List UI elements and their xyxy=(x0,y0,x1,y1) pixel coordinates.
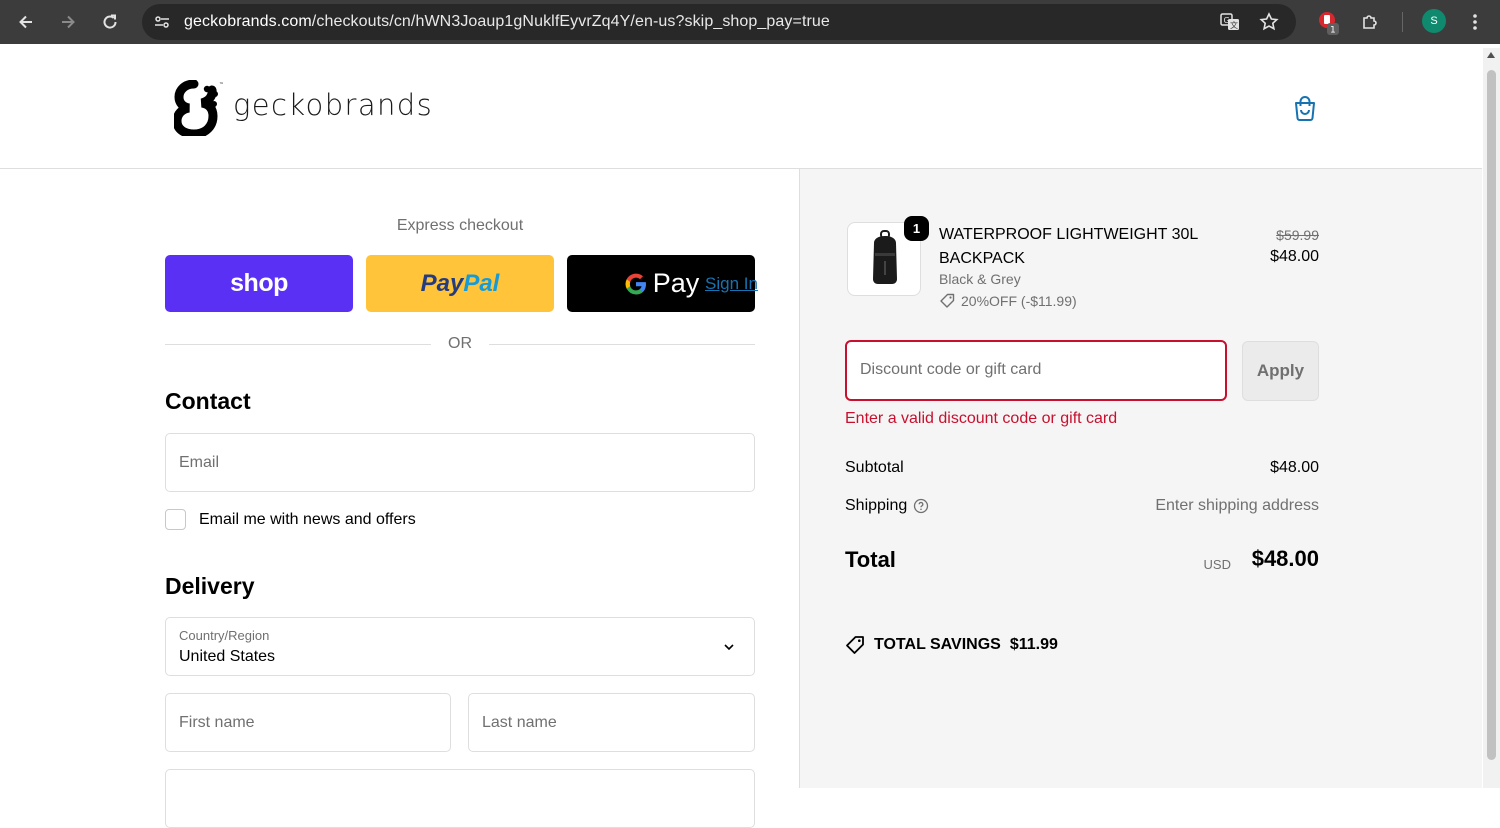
delivery-title: Delivery xyxy=(165,573,255,599)
company-field[interactable] xyxy=(165,769,755,828)
express-checkout-title: Express checkout xyxy=(396,217,524,234)
savings-label: TOTAL SAVINGS xyxy=(874,636,1001,653)
email-field[interactable]: Email xyxy=(165,433,755,492)
svg-text:文: 文 xyxy=(1230,20,1238,30)
original-price: $59.99 xyxy=(1276,227,1319,243)
product-discount: 20%OFF (-$11.99) xyxy=(939,293,1077,309)
divider-line-right xyxy=(489,344,755,345)
checkout-page: ™ geckobrands Express checkout shop Pay P… xyxy=(0,48,1482,828)
tag-icon xyxy=(940,293,955,308)
product-variant: Black & Grey xyxy=(939,271,1021,287)
profile-avatar[interactable]: S xyxy=(1422,9,1446,33)
email-placeholder: Email xyxy=(179,454,220,471)
brand-wordmark[interactable]: geckobrands xyxy=(233,88,433,122)
total-label: Total xyxy=(845,547,896,572)
menu-kebab-icon[interactable] xyxy=(1461,8,1489,36)
subtotal-value: $48.00 xyxy=(1270,459,1319,476)
google-g-icon xyxy=(625,273,646,294)
quantity-badge: 1 xyxy=(904,216,929,241)
google-pay-label: Pay xyxy=(652,268,700,298)
paypal-label-part1: Pay xyxy=(420,269,464,297)
last-name-field[interactable]: Last name xyxy=(468,693,755,752)
cart-bag-icon[interactable] xyxy=(1291,94,1319,127)
or-divider: OR xyxy=(165,334,755,354)
browser-toolbar: geckobrands.com/checkouts/cn/hWN3Joaup1g… xyxy=(0,0,1500,44)
toolbar-divider xyxy=(1402,12,1403,32)
extensions-puzzle-icon[interactable] xyxy=(1356,8,1384,36)
reload-icon[interactable] xyxy=(96,8,124,36)
translate-icon[interactable]: G文 xyxy=(1216,8,1244,36)
first-name-placeholder: First name xyxy=(179,714,255,731)
site-settings-icon[interactable] xyxy=(148,8,176,36)
country-label: Country/Region xyxy=(179,628,270,643)
svg-text:1: 1 xyxy=(1330,26,1336,36)
last-name-placeholder: Last name xyxy=(482,714,557,731)
scroll-up-icon[interactable] xyxy=(1487,52,1495,58)
extension-adblock-icon[interactable]: 1 xyxy=(1314,8,1342,36)
page-scrollbar[interactable] xyxy=(1483,48,1500,788)
shop-pay-label: shop xyxy=(230,269,288,297)
svg-text:™: ™ xyxy=(219,82,224,88)
back-icon[interactable] xyxy=(12,8,40,36)
country-select[interactable]: Country/Region United States xyxy=(165,617,755,676)
first-name-field[interactable]: First name xyxy=(165,693,451,752)
checkout-form-column: Express checkout shop Pay Pal Pay OR Cont… xyxy=(0,169,799,828)
total-savings: TOTAL SAVINGS $11.99 xyxy=(845,635,1058,655)
discount-error: Enter a valid discount code or gift card xyxy=(845,410,1118,427)
shipping-label: Shipping xyxy=(845,497,908,514)
url-text: geckobrands.com/checkouts/cn/hWN3Joaup1g… xyxy=(184,13,830,30)
subtotal-label: Subtotal xyxy=(845,459,904,476)
scrollbar-thumb[interactable] xyxy=(1487,70,1496,760)
discount-placeholder: Discount code or gift card xyxy=(860,361,1042,378)
help-circle-icon[interactable] xyxy=(913,498,929,514)
product-name: WATERPROOF LIGHTWEIGHT 30L BACKPACK xyxy=(939,226,1198,267)
contact-title: Contact xyxy=(165,388,251,414)
chevron-down-icon xyxy=(722,640,736,659)
sign-in-link[interactable]: Sign In xyxy=(705,274,758,294)
shipping-value: Enter shipping address xyxy=(1155,497,1319,514)
forward-icon[interactable] xyxy=(54,8,82,36)
apply-button[interactable]: Apply xyxy=(1242,341,1319,401)
savings-tag-icon xyxy=(846,636,864,654)
address-bar[interactable]: geckobrands.com/checkouts/cn/hWN3Joaup1g… xyxy=(142,4,1296,40)
newsletter-label[interactable]: Email me with news and offers xyxy=(199,511,416,529)
paypal-button[interactable]: Pay Pal xyxy=(366,255,554,312)
shipping-row: Shipping xyxy=(845,497,929,515)
country-value: United States xyxy=(179,648,276,665)
total-currency: USD xyxy=(1203,557,1231,572)
savings-value: $11.99 xyxy=(1009,636,1058,653)
newsletter-checkbox[interactable] xyxy=(165,509,186,530)
discount-code-input[interactable]: Discount code or gift card xyxy=(845,340,1227,401)
gecko-logo-icon[interactable]: ™ xyxy=(172,79,226,141)
product-price: $48.00 xyxy=(1270,248,1319,265)
shop-pay-button[interactable]: shop xyxy=(165,255,353,312)
order-summary-column: 1 WATERPROOF LIGHTWEIGHT 30L BACKPACK Bl… xyxy=(799,169,1482,788)
product-discount-text: 20%OFF (-$11.99) xyxy=(961,293,1077,309)
total-value: $48.00 xyxy=(1251,546,1319,571)
paypal-label-part2: Pal xyxy=(463,269,500,297)
checkout-header: ™ geckobrands xyxy=(0,48,1482,169)
bookmark-star-icon[interactable] xyxy=(1255,8,1283,36)
